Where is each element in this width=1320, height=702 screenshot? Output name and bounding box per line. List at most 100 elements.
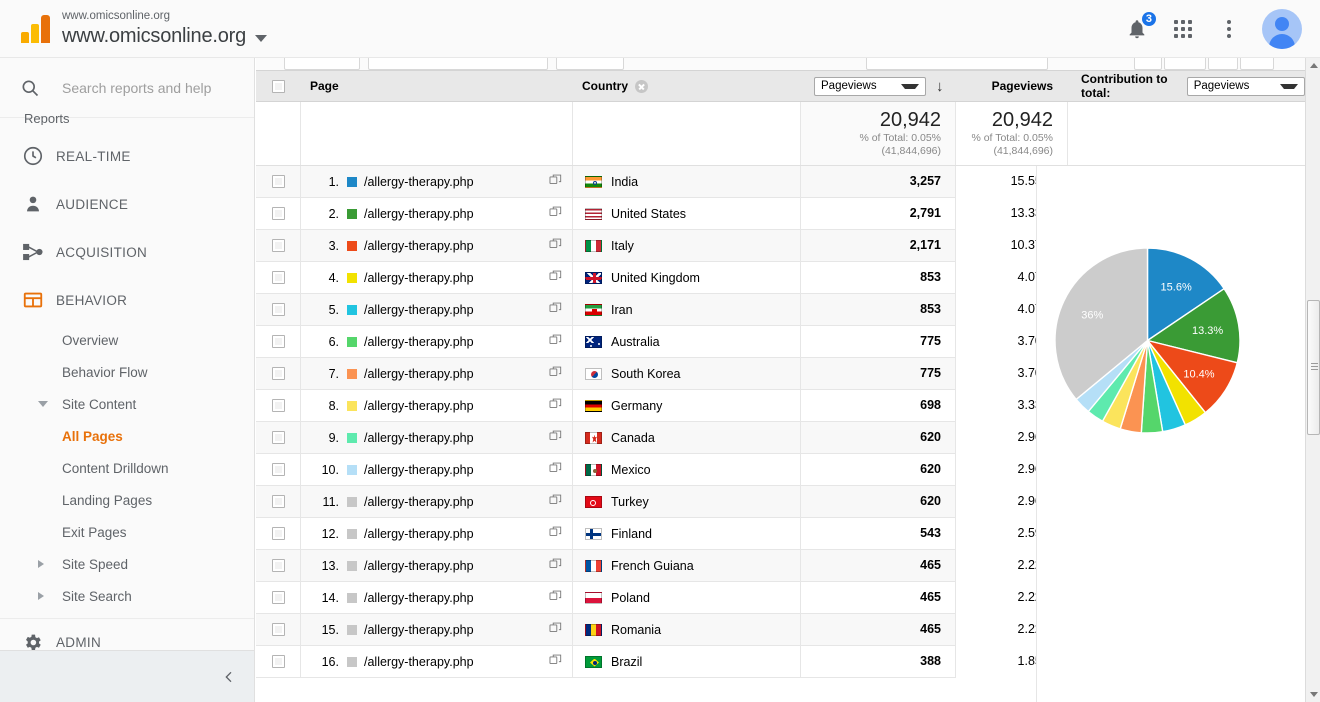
avatar[interactable] [1262,8,1302,49]
sidebar-item-landing-pages[interactable]: Landing Pages [0,484,254,516]
scroll-up-button[interactable] [1306,58,1320,73]
page-link[interactable]: /allergy-therapy.php [364,175,474,189]
toolbar-control[interactable] [1134,58,1162,70]
search-input[interactable]: Search reports and help [0,58,254,118]
toolbar-control[interactable] [1240,58,1274,70]
toolbar-control[interactable] [556,58,624,70]
page-link[interactable]: /allergy-therapy.php [364,335,474,349]
open-in-new-window-icon[interactable] [549,238,562,254]
sidebar-item-content-drilldown[interactable]: Content Drilldown [0,452,254,484]
chevron-left-icon[interactable] [221,669,237,685]
toolbar-control[interactable] [1208,58,1238,70]
row-checkbox[interactable] [271,271,285,284]
cell-pageviews: 775 [800,325,955,358]
series-color-swatch [347,336,357,347]
toolbar-control[interactable] [1164,58,1206,70]
row-checkbox[interactable] [271,495,285,508]
column-header-pageviews[interactable]: Pageviews [955,79,1067,93]
open-in-new-window-icon[interactable] [549,558,562,574]
row-checkbox[interactable] [271,207,285,220]
row-checkbox-cell [256,559,300,572]
column-header-page[interactable]: Page [300,79,572,93]
row-checkbox[interactable] [271,559,285,572]
row-checkbox[interactable] [271,239,285,252]
open-in-new-window-icon[interactable] [549,302,562,318]
apps-button[interactable] [1170,16,1196,42]
row-checkbox[interactable] [271,399,285,412]
row-checkbox[interactable] [271,591,285,604]
open-in-new-window-icon[interactable] [549,526,562,542]
open-in-new-window-icon[interactable] [549,622,562,638]
contribution-select[interactable]: Pageviews [1186,76,1305,96]
row-checkbox[interactable] [271,367,285,380]
column-header-country[interactable]: Country [572,79,800,93]
open-in-new-window-icon[interactable] [549,334,562,350]
page-link[interactable]: /allergy-therapy.php [364,271,474,285]
sidebar-item-site-speed[interactable]: Site Speed [0,548,254,580]
row-checkbox[interactable] [271,527,285,540]
open-in-new-window-icon[interactable] [549,398,562,414]
totals-metric2: 20,942 % of Total: 0.05% (41,844,696) [955,102,1067,165]
page-link[interactable]: /allergy-therapy.php [364,559,474,573]
select-all-checkbox[interactable] [271,79,285,93]
sort-descending-icon[interactable]: ↓ [936,78,944,95]
sidebar-item-behavior-flow[interactable]: Behavior Flow [0,356,254,388]
remove-secondary-dimension-icon[interactable] [635,79,648,93]
open-in-new-window-icon[interactable] [549,430,562,446]
sidebar-item-site-search[interactable]: Site Search [0,580,254,612]
row-checkbox[interactable] [271,335,285,348]
page-link[interactable]: /allergy-therapy.php [364,623,474,637]
page-link[interactable]: /allergy-therapy.php [364,239,474,253]
metric-select[interactable]: Pageviews [814,76,926,96]
open-in-new-window-icon[interactable] [549,590,562,606]
scroll-down-button[interactable] [1306,687,1320,702]
account-selector[interactable]: www.omicsonline.org www.omicsonline.org [56,10,268,46]
page-link[interactable]: /allergy-therapy.php [364,399,474,413]
page-link[interactable]: /allergy-therapy.php [364,207,474,221]
row-checkbox[interactable] [271,175,285,188]
more-options-button[interactable] [1216,16,1242,42]
row-rank: 4. [328,270,339,285]
cell-page: 6. /allergy-therapy.php [300,325,572,358]
cell-country: Brazil [572,645,800,678]
row-checkbox-cell [256,431,300,444]
sidebar-item-acquisition[interactable]: ACQUISITION [0,228,254,276]
row-checkbox[interactable] [271,463,285,476]
page-link[interactable]: /allergy-therapy.php [364,655,474,669]
flag-icon [585,303,602,316]
sidebar-item-site-content[interactable]: Site Content [0,388,254,420]
sidebar-item-exit-pages[interactable]: Exit Pages [0,516,254,548]
open-in-new-window-icon[interactable] [549,174,562,190]
row-checkbox[interactable] [271,303,285,316]
row-checkbox[interactable] [271,655,285,668]
scrollbar-thumb[interactable] [1307,300,1320,435]
open-in-new-window-icon[interactable] [549,494,562,510]
page-link[interactable]: /allergy-therapy.php [364,367,474,381]
page-link[interactable]: /allergy-therapy.php [364,591,474,605]
vertical-scrollbar[interactable] [1305,58,1320,702]
page-link[interactable]: /allergy-therapy.php [364,463,474,477]
row-checkbox[interactable] [271,431,285,444]
cell-page: 7. /allergy-therapy.php [300,357,572,390]
sidebar-item-behavior[interactable]: BEHAVIOR [0,276,254,324]
open-in-new-window-icon[interactable] [549,206,562,222]
page-link[interactable]: /allergy-therapy.php [364,303,474,317]
sidebar-item-all-pages[interactable]: All Pages [0,420,254,452]
sidebar-item-real-time[interactable]: REAL-TIME [0,132,254,180]
open-in-new-window-icon[interactable] [549,654,562,670]
sidebar-item-overview[interactable]: Overview [0,324,254,356]
sidebar-item-audience[interactable]: AUDIENCE [0,180,254,228]
open-in-new-window-icon[interactable] [549,366,562,382]
pie-slice-label: 36% [1081,309,1103,321]
toolbar-control[interactable] [866,58,1048,70]
open-in-new-window-icon[interactable] [549,270,562,286]
page-link[interactable]: /allergy-therapy.php [364,495,474,509]
toolbar-control[interactable] [368,58,548,70]
row-checkbox[interactable] [271,623,285,636]
page-link[interactable]: /allergy-therapy.php [364,527,474,541]
chevron-down-icon[interactable] [255,34,268,42]
open-in-new-window-icon[interactable] [549,462,562,478]
page-link[interactable]: /allergy-therapy.php [364,431,474,445]
toolbar-control[interactable] [284,58,360,70]
notifications-button[interactable]: 3 [1124,9,1158,42]
